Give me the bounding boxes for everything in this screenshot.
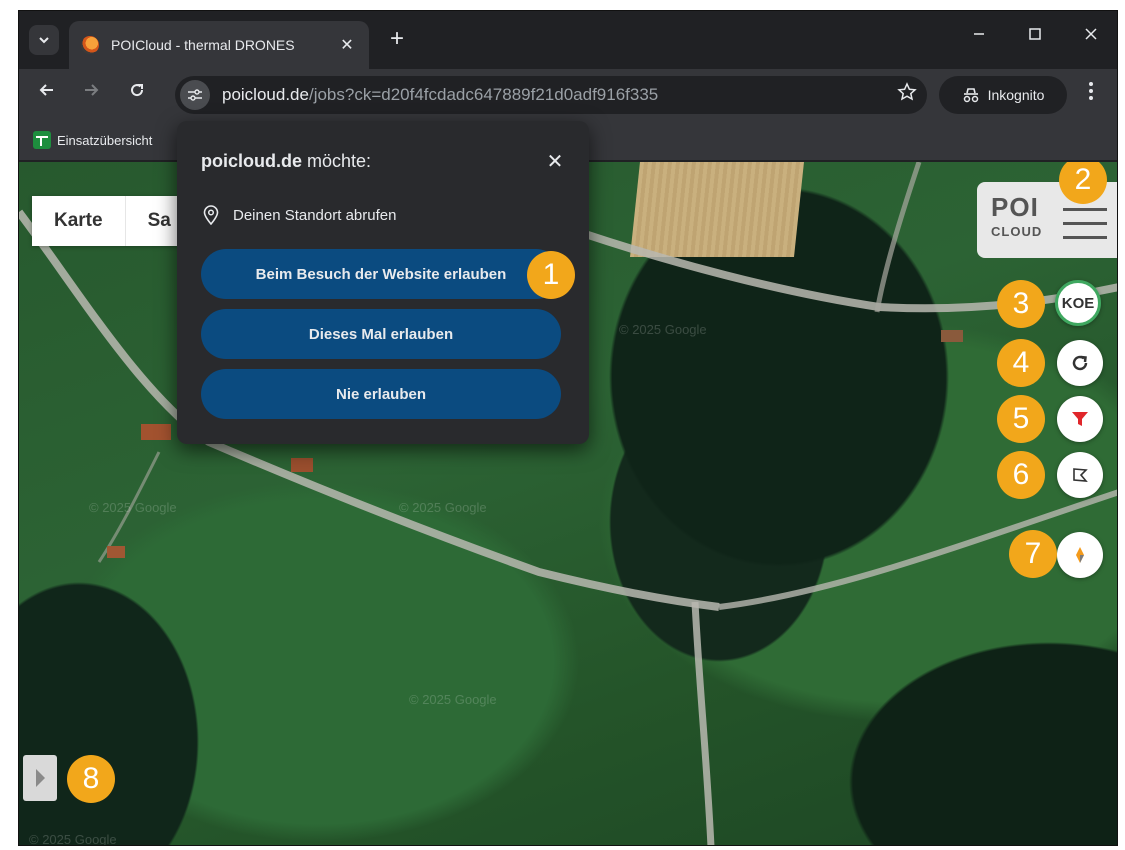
dialog-close-icon[interactable]: ✕ (543, 149, 567, 174)
compass-button[interactable] (1057, 532, 1103, 578)
bookmark-einsatzuebersicht[interactable]: Einsatzübersicht (33, 131, 152, 149)
address-bar[interactable]: poicloud.de/jobs?ck=d20f4fcdadc647889f21… (175, 76, 927, 114)
map-watermark: © 2025 Google (29, 832, 117, 846)
map-layer-tabs: Karte Sa (32, 196, 193, 246)
hamburger-menu-icon[interactable] (1063, 208, 1107, 240)
url-path: /jobs?ck=d20f4fcdadc647889f21d0adf916f33… (308, 85, 659, 104)
close-window-icon[interactable] (1071, 25, 1111, 46)
logo-cloud-text: CLOUD (991, 224, 1043, 239)
annotation-badge-7: 7 (1009, 530, 1057, 578)
site-info-icon[interactable] (180, 80, 210, 110)
url-host: poicloud.de (222, 85, 309, 104)
allow-this-time-button[interactable]: Dieses Mal erlauben (201, 309, 561, 359)
maximize-icon[interactable] (1015, 25, 1055, 46)
tab-strip: POICloud - thermal DRONES ✕ + (19, 11, 1117, 69)
compass-icon (1076, 547, 1084, 563)
back-arrow-icon[interactable] (33, 81, 61, 105)
location-pin-icon (203, 205, 219, 225)
permission-row: Deinen Standort abrufen (203, 205, 396, 225)
annotation-badge-8: 8 (67, 755, 115, 803)
filter-icon (1072, 412, 1088, 426)
map-watermark: © 2025 Google (89, 500, 177, 515)
tab-title: POICloud - thermal DRONES (111, 37, 295, 53)
annotation-badge-1: 1 (527, 251, 575, 299)
polygon-draw-button[interactable] (1057, 452, 1103, 498)
bookmark-star-icon[interactable] (887, 82, 927, 108)
incognito-label: Inkognito (987, 87, 1045, 103)
annotation-badge-4: 4 (997, 339, 1045, 387)
refresh-icon (1072, 355, 1088, 371)
location-permission-dialog: poicloud.de möchte: ✕ Deinen Standort ab… (177, 121, 589, 444)
side-panel-toggle[interactable] (23, 755, 57, 801)
polygon-icon (1073, 468, 1088, 482)
chevron-down-icon (39, 37, 49, 44)
koe-label: KOE (1061, 294, 1095, 312)
caret-right-icon (36, 769, 45, 787)
map-watermark: © 2025 Google (399, 500, 487, 515)
poicloud-favicon-icon (81, 36, 99, 54)
minimize-icon[interactable] (959, 25, 999, 46)
map-watermark: © 2025 Google (619, 322, 707, 337)
new-tab-button[interactable]: + (383, 27, 411, 51)
bookmark-label: Einsatzübersicht (57, 132, 153, 148)
browser-tab[interactable]: POICloud - thermal DRONES ✕ (69, 21, 369, 69)
annotation-badge-3: 3 (997, 280, 1045, 328)
permission-text: Deinen Standort abrufen (233, 206, 397, 224)
incognito-icon (963, 88, 978, 103)
bookmark-favicon-icon (33, 131, 51, 149)
browser-toolbar: poicloud.de/jobs?ck=d20f4fcdadc647889f21… (19, 69, 1117, 121)
dialog-title-host: poicloud.de (201, 151, 302, 171)
more-menu-icon[interactable] (1081, 81, 1101, 107)
tab-karte[interactable]: Karte (32, 196, 125, 246)
allow-on-visit-button[interactable]: Beim Besuch der Website erlauben (201, 249, 561, 299)
refresh-button[interactable] (1057, 340, 1103, 386)
filter-button[interactable] (1057, 396, 1103, 442)
map-watermark: © 2025 Google (409, 692, 497, 707)
incognito-button[interactable]: Inkognito (939, 76, 1067, 114)
logo-poi-text: POI (991, 192, 1039, 222)
browser-window: POICloud - thermal DRONES ✕ + poicloud.d… (18, 10, 1118, 846)
never-allow-button[interactable]: Nie erlauben (201, 369, 561, 419)
annotation-badge-5: 5 (997, 395, 1045, 443)
url-text: poicloud.de/jobs?ck=d20f4fcdadc647889f21… (222, 85, 887, 105)
forward-arrow-icon[interactable] (77, 81, 105, 105)
reload-icon[interactable] (123, 81, 151, 105)
dialog-title: poicloud.de möchte: (201, 151, 371, 172)
dialog-title-suffix: möchte: (302, 151, 372, 171)
tab-close-icon[interactable]: ✕ (337, 35, 357, 55)
tab-search-button[interactable] (29, 25, 59, 55)
koe-button[interactable]: KOE (1055, 280, 1101, 326)
annotation-badge-6: 6 (997, 451, 1045, 499)
